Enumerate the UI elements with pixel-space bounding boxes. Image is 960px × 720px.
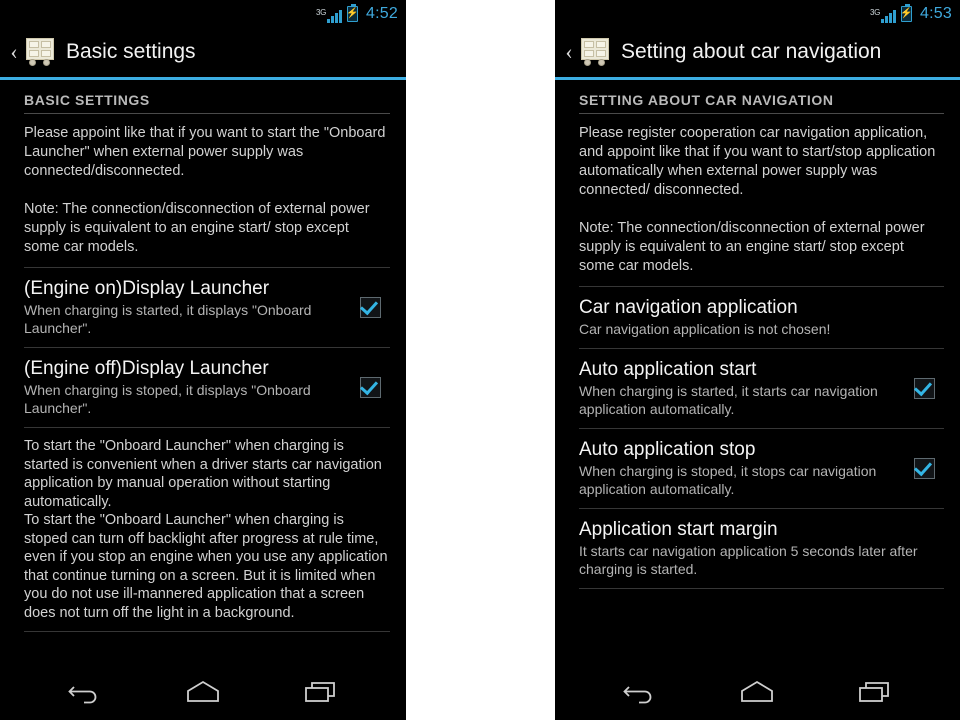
- back-icon[interactable]: [57, 672, 113, 712]
- pref-title: (Engine off)Display Launcher: [24, 358, 269, 379]
- action-bar: ‹ Setting about car navigation: [555, 27, 960, 77]
- status-bar: 3G ⚡ 4:53: [555, 0, 960, 27]
- status-bar-icons: 3G ⚡ 4:53: [869, 3, 952, 23]
- signal-bars-glyph: [327, 9, 343, 23]
- navigation-bar: [555, 664, 960, 720]
- pref-row-application-start-margin[interactable]: Application start margin It starts car n…: [555, 509, 960, 588]
- up-back-caret-icon[interactable]: ‹: [6, 41, 22, 63]
- pref-row-auto-application-start[interactable]: Auto application start When charging is …: [555, 349, 960, 428]
- pref-texts: (Engine off)Display Launcher When chargi…: [24, 357, 340, 417]
- intro-paragraph: Please appoint like that if you want to …: [24, 125, 386, 255]
- battery-charging-icon: ⚡: [346, 3, 359, 22]
- checkbox-engine-off-display-launcher[interactable]: [359, 376, 381, 398]
- pref-title: Application start margin: [579, 519, 778, 540]
- cart-wheel-right-glyph: [43, 59, 50, 66]
- page-title: Setting about car navigation: [621, 40, 882, 63]
- recent-apps-icon[interactable]: [847, 672, 903, 712]
- settings-content: BASIC SETTINGS Please appoint like that …: [0, 80, 406, 664]
- cart-body-glyph: [581, 38, 609, 60]
- status-bar-clock: 4:53: [920, 4, 952, 22]
- pref-summary: When charging is started, it displays "O…: [24, 302, 312, 336]
- navigation-bar: [0, 664, 406, 720]
- pref-summary: When charging is started, it starts car …: [579, 383, 878, 417]
- settings-content: SETTING ABOUT CAR NAVIGATION Please regi…: [555, 80, 960, 664]
- cart-wheel-left-glyph: [584, 59, 591, 66]
- pref-summary: It starts car navigation application 5 s…: [579, 543, 918, 577]
- cart-wheel-right-glyph: [598, 59, 605, 66]
- up-back-caret-icon[interactable]: ‹: [561, 41, 577, 63]
- cart-body-glyph: [26, 38, 54, 60]
- section-header: SETTING ABOUT CAR NAVIGATION: [579, 92, 834, 108]
- onboard-launcher-cart-icon[interactable]: [24, 36, 56, 68]
- pref-widget[interactable]: [904, 377, 944, 399]
- pref-summary: Car navigation application is not chosen…: [579, 321, 831, 337]
- network-type-label: 3G: [869, 7, 881, 17]
- action-bar: ‹ Basic settings: [0, 27, 406, 77]
- row-divider: [24, 631, 390, 632]
- row-divider: [579, 588, 944, 589]
- pref-widget[interactable]: [904, 457, 944, 479]
- pref-summary: When charging is stoped, it displays "On…: [24, 382, 311, 416]
- home-icon[interactable]: [175, 672, 231, 712]
- back-icon[interactable]: [612, 672, 668, 712]
- checkbox-auto-application-start[interactable]: [913, 377, 935, 399]
- page-title: Basic settings: [66, 40, 196, 63]
- checkbox-engine-on-display-launcher[interactable]: [359, 296, 381, 318]
- pref-row-car-navigation-application[interactable]: Car navigation application Car navigatio…: [555, 287, 960, 348]
- cart-wheel-left-glyph: [29, 59, 36, 66]
- pref-widget[interactable]: [350, 376, 390, 398]
- battery-charging-icon: ⚡: [900, 3, 913, 22]
- pref-texts: Auto application start When charging is …: [579, 358, 894, 418]
- signal-bars-glyph: [881, 9, 897, 23]
- home-icon[interactable]: [729, 672, 785, 712]
- pref-title: Auto application stop: [579, 439, 756, 460]
- pref-title: (Engine on)Display Launcher: [24, 278, 270, 299]
- pref-summary: When charging is stoped, it stops car na…: [579, 463, 877, 497]
- pref-row-engine-off-display-launcher[interactable]: (Engine off)Display Launcher When chargi…: [0, 348, 406, 427]
- pref-title: Car navigation application: [579, 297, 798, 318]
- pref-widget[interactable]: [350, 296, 390, 318]
- signal-bars-icon: 3G: [869, 5, 897, 23]
- pref-row-auto-application-stop[interactable]: Auto application stop When charging is s…: [555, 429, 960, 508]
- status-bar-clock: 4:52: [366, 4, 398, 22]
- section-header: BASIC SETTINGS: [24, 92, 150, 108]
- network-type-label: 3G: [315, 7, 327, 17]
- phone-screen-car-navigation-settings: 3G ⚡ 4:53 ‹ Setting about car navigation…: [555, 0, 960, 720]
- phone-screen-basic-settings: 3G ⚡ 4:52 ‹ Basic settings BASIC SETTING…: [0, 0, 406, 720]
- charging-bolt-glyph: ⚡: [346, 7, 359, 19]
- checkbox-auto-application-stop[interactable]: [913, 457, 935, 479]
- recent-apps-icon[interactable]: [293, 672, 349, 712]
- pref-texts: (Engine on)Display Launcher When chargin…: [24, 277, 340, 337]
- charging-bolt-glyph: ⚡: [900, 7, 913, 19]
- onboard-launcher-cart-icon[interactable]: [579, 36, 611, 68]
- pref-texts: Application start margin It starts car n…: [579, 518, 944, 578]
- signal-bars-icon: 3G: [315, 5, 343, 23]
- pref-row-engine-on-display-launcher[interactable]: (Engine on)Display Launcher When chargin…: [0, 268, 406, 347]
- pref-title: Auto application start: [579, 359, 757, 380]
- status-bar-icons: 3G ⚡ 4:52: [315, 3, 398, 23]
- pref-texts: Auto application stop When charging is s…: [579, 438, 894, 498]
- footer-paragraph: To start the "Onboard Launcher" when cha…: [24, 438, 388, 621]
- status-bar: 3G ⚡ 4:52: [0, 0, 406, 27]
- screenshot-canvas: 3G ⚡ 4:52 ‹ Basic settings BASIC SETTING…: [0, 0, 960, 720]
- intro-paragraph: Please register cooperation car navigati…: [579, 125, 936, 274]
- pref-texts: Car navigation application Car navigatio…: [579, 296, 944, 338]
